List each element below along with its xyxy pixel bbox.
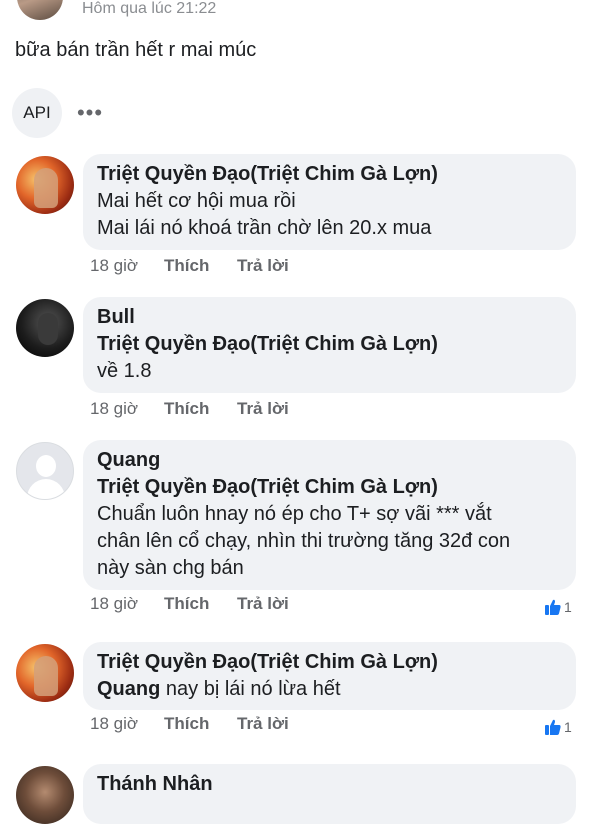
avatar[interactable] — [16, 766, 74, 824]
like-button[interactable]: Thích — [164, 256, 237, 276]
comment-bubble: Thánh Nhân — [83, 764, 576, 824]
comment-author[interactable]: Triệt Quyền Đạo(Triệt Chim Gà Lợn) — [97, 161, 562, 188]
like-button[interactable]: Thích — [164, 714, 237, 734]
comment-text-line: chân lên cổ chạy, nhìn thi trường tăng 3… — [97, 530, 511, 552]
reaction-count: 1 — [564, 719, 572, 735]
like-button[interactable]: Thích — [164, 399, 237, 419]
comment-bubble: Quang Triệt Quyền Đạo(Triệt Chim Gà Lợn)… — [83, 440, 576, 590]
comment-text-line: về 1.8 — [97, 360, 152, 382]
comment-time[interactable]: 18 giờ — [90, 594, 164, 614]
post-text: bữa bán trần hết r mai múc — [15, 39, 257, 61]
comment-author[interactable]: Triệt Quyền Đạo(Triệt Chim Gà Lợn) — [97, 649, 562, 676]
comment-author[interactable]: Thánh Nhân — [97, 771, 562, 798]
mention-tag[interactable]: Triệt Quyền Đạo(Triệt Chim Gà Lợn) — [97, 474, 562, 501]
post-author-avatar[interactable] — [17, 0, 63, 20]
comment-bubble: Triệt Quyền Đạo(Triệt Chim Gà Lợn) Quang… — [83, 642, 576, 710]
comment-bubble: Bull Triệt Quyền Đạo(Triệt Chim Gà Lợn) … — [83, 297, 576, 393]
comment-text-line: Chuẩn luôn hnay nó ép cho T+ sợ vãi *** … — [97, 503, 492, 525]
comment-actions: 18 giờ Thích Trả lời — [90, 256, 289, 276]
avatar[interactable] — [16, 156, 74, 214]
comment-text: nay bị lái nó lừa hết — [165, 678, 341, 700]
avatar[interactable] — [16, 299, 74, 357]
reaction-summary[interactable]: 1 — [544, 597, 572, 617]
reply-button[interactable]: Trả lời — [237, 399, 289, 419]
comment-time[interactable]: 18 giờ — [90, 714, 164, 734]
comment-actions: 18 giờ Thích Trả lời — [90, 594, 289, 614]
post-timestamp[interactable]: Hôm qua lúc 21:22 — [82, 0, 216, 18]
like-button[interactable]: Thích — [164, 594, 237, 614]
mention-tag[interactable]: Quang — [97, 678, 160, 700]
comment-actions: 18 giờ Thích Trả lời — [90, 399, 289, 419]
reply-button[interactable]: Trả lời — [237, 256, 289, 276]
default-avatar-body-icon — [27, 479, 65, 499]
reaction-summary[interactable]: 1 — [544, 717, 572, 737]
mention-tag[interactable]: Triệt Quyền Đạo(Triệt Chim Gà Lợn) — [97, 331, 562, 358]
comment-bubble: Triệt Quyền Đạo(Triệt Chim Gà Lợn) Mai h… — [83, 154, 576, 250]
comment-text-line: Mai hết cơ hội mua rồi — [97, 190, 296, 212]
reaction-count: 1 — [564, 599, 572, 615]
thumbs-up-icon — [545, 599, 561, 615]
avatar[interactable] — [16, 442, 74, 500]
reply-button[interactable]: Trả lời — [237, 714, 289, 734]
comment-author[interactable]: Quang — [97, 447, 562, 474]
comment-actions: 18 giờ Thích Trả lời — [90, 714, 289, 734]
api-badge[interactable]: API — [12, 88, 62, 138]
default-avatar-head-icon — [36, 455, 56, 477]
post-header: Hôm qua lúc 21:22 — [0, 0, 600, 20]
comment-time[interactable]: 18 giờ — [90, 399, 164, 419]
more-options-icon[interactable]: ••• — [74, 94, 106, 132]
comment-text-line: này sàn chg bán — [97, 557, 244, 579]
thumbs-up-icon — [545, 719, 561, 735]
comment-time[interactable]: 18 giờ — [90, 256, 164, 276]
comment-author[interactable]: Bull — [97, 304, 562, 331]
avatar[interactable] — [16, 644, 74, 702]
comment-text-line: Mai lái nó khoá trần chờ lên 20.x mua — [97, 217, 432, 239]
reply-button[interactable]: Trả lời — [237, 594, 289, 614]
comment-body: Quang nay bị lái nó lừa hết — [97, 676, 562, 703]
